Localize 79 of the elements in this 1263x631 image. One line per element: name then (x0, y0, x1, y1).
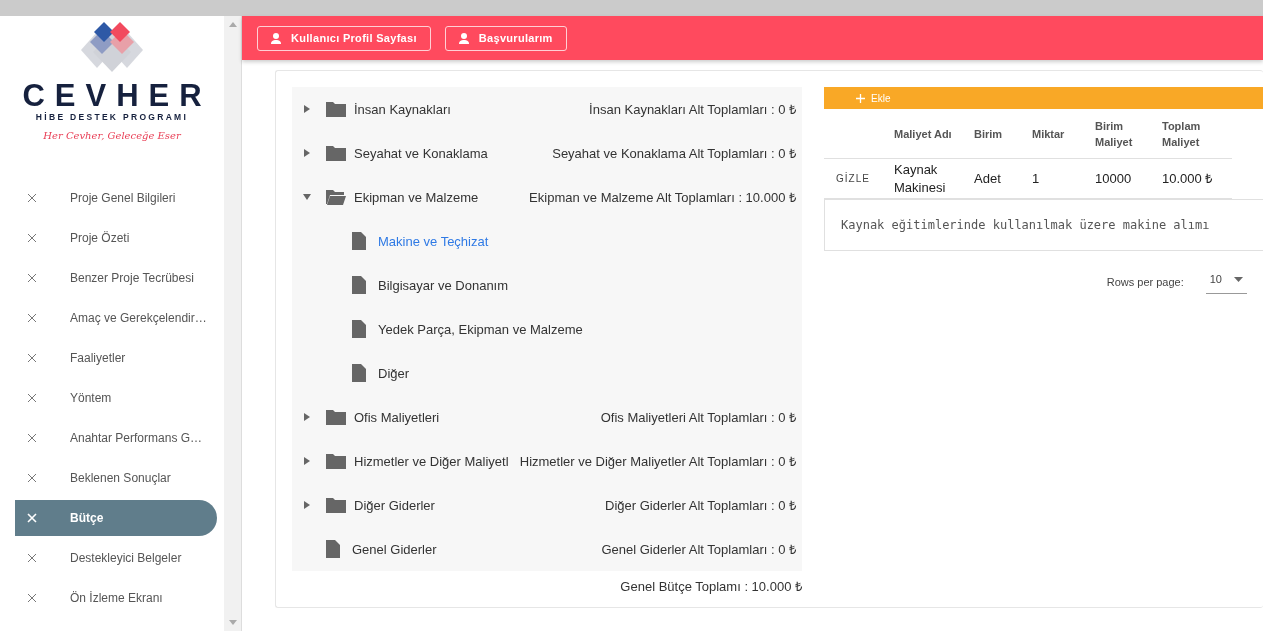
folder-icon (326, 409, 346, 425)
person-icon (271, 32, 281, 44)
file-icon (352, 232, 366, 250)
tree-item[interactable]: Diğer Giderler (354, 497, 435, 513)
tree-item[interactable]: Seyahat ve Konaklama (354, 145, 488, 161)
folder-open-icon (326, 189, 346, 205)
caret-icon[interactable] (304, 457, 310, 465)
caret-icon[interactable] (304, 413, 310, 421)
close-icon (27, 273, 37, 283)
caret-icon[interactable] (304, 149, 310, 157)
table-cell: 10.000 ₺ (1162, 169, 1213, 188)
caret-icon[interactable] (303, 194, 311, 200)
column-header: Miktar (1032, 109, 1095, 159)
folder-icon (326, 497, 346, 513)
hide-button[interactable]: GİZLE (824, 173, 870, 184)
table-cell: 10000 (1095, 169, 1132, 188)
subtotal-text: Diğer Giderler Alt Toplamları : 0 ₺ (604, 497, 796, 514)
sidebar-item[interactable]: Amaç ve Gerekçelendir… (15, 300, 217, 336)
sidebar-item[interactable]: Proje Genel Bilgileri (15, 180, 217, 216)
close-icon (27, 193, 37, 203)
column-header: Maliyet Adı (894, 109, 974, 159)
file-icon (326, 540, 340, 558)
close-icon (27, 433, 37, 443)
tree-item[interactable]: Bilgisayar ve Donanım (378, 277, 509, 293)
dropdown-icon (1234, 276, 1243, 282)
close-icon (27, 353, 37, 363)
folder-icon (326, 101, 346, 117)
table-cell-text: Kaynak Makinesi (894, 160, 947, 197)
tree-item[interactable]: Ofis Maliyetleri (354, 409, 440, 425)
sidebar-item[interactable]: Bütçe (15, 500, 217, 536)
subtotal-text: Hizmetler ve Diğer Maliyetler Alt Toplamları : 0 ₺ (518, 453, 796, 470)
close-icon (27, 593, 37, 603)
subtotal-text: Seyahat ve Konaklama Alt Toplamları : 0 ₺ (551, 145, 796, 162)
sidebar-item[interactable]: Destekleyici Belgeler (15, 540, 217, 576)
close-icon (27, 553, 37, 563)
logo-slogan: Her Cevher, Geleceğe Eser (43, 130, 181, 141)
tree-item[interactable]: Makine ve Teçhizat (378, 233, 489, 249)
sidebar-item[interactable]: Beklenen Sonuçlar (15, 460, 217, 496)
folder-icon (326, 453, 346, 469)
folder-icon (326, 145, 346, 161)
file-icon (352, 320, 366, 338)
tree-item[interactable]: Yedek Parça, Ekipman ve Malzeme (378, 321, 583, 337)
tree-item[interactable]: İnsan Kaynakları (354, 101, 451, 117)
sidebar-item[interactable]: Benzer Proje Tecrübesi (15, 260, 217, 296)
caret-icon[interactable] (304, 105, 310, 113)
sidebar-item[interactable]: Anahtar Performans G… (15, 420, 217, 456)
close-icon (27, 233, 37, 243)
person-icon (458, 32, 469, 44)
subtotal-text: Ekipman ve Malzeme Alt Toplamları : 10.000 ₺ (528, 189, 796, 206)
tree-item[interactable]: Diğer (378, 365, 410, 381)
subtotal-text: İnsan Kaynakları Alt Toplamları : 0 ₺ (588, 101, 796, 118)
file-icon (352, 276, 366, 294)
row-detail: Kaynak eğitimlerinde kullanılmak üzere makine alımı (824, 199, 1263, 251)
sidebar-item[interactable]: Proje Özeti (15, 220, 217, 256)
sidebar-item[interactable]: Yöntem (15, 380, 217, 416)
table-cell: Adet (974, 169, 1001, 188)
rows-per-page-select[interactable]: 10 (1205, 269, 1247, 294)
caret-icon[interactable] (304, 501, 310, 509)
column-header: Birim (974, 109, 1032, 159)
close-icon (27, 393, 37, 403)
file-icon (352, 364, 366, 382)
budget-total: Genel Bütçe Toplamı : 10.000 ₺ (619, 578, 802, 595)
tree-item[interactable]: Genel Giderler (352, 541, 437, 557)
plus-icon (856, 93, 865, 103)
logo-title: CEVHER (21, 80, 212, 112)
tree-item[interactable]: Hizmetler ve Diğer Maliyetl (354, 453, 509, 469)
subtotal-text: Ofis Maliyetleri Alt Toplamları : 0 ₺ (599, 409, 796, 426)
rows-per-page-label: Rows per page: (1106, 275, 1184, 288)
logo-subtitle: HİBE DESTEK PROGRAMI (35, 112, 189, 122)
column-header: Birim Maliyet (1095, 109, 1162, 159)
close-icon (27, 513, 37, 523)
tree-item[interactable]: Ekipman ve Malzeme (354, 189, 479, 205)
sidebar-item[interactable]: Ön İzleme Ekranı (15, 580, 217, 616)
close-icon (27, 473, 37, 483)
column-header: Toplam Maliyet (1162, 109, 1232, 159)
close-icon (27, 313, 37, 323)
table-cell: 1 (1032, 169, 1040, 188)
subtotal-text: Genel Giderler Alt Toplamları : 0 ₺ (600, 541, 796, 558)
sidebar-item[interactable]: Faaliyetler (15, 340, 217, 376)
